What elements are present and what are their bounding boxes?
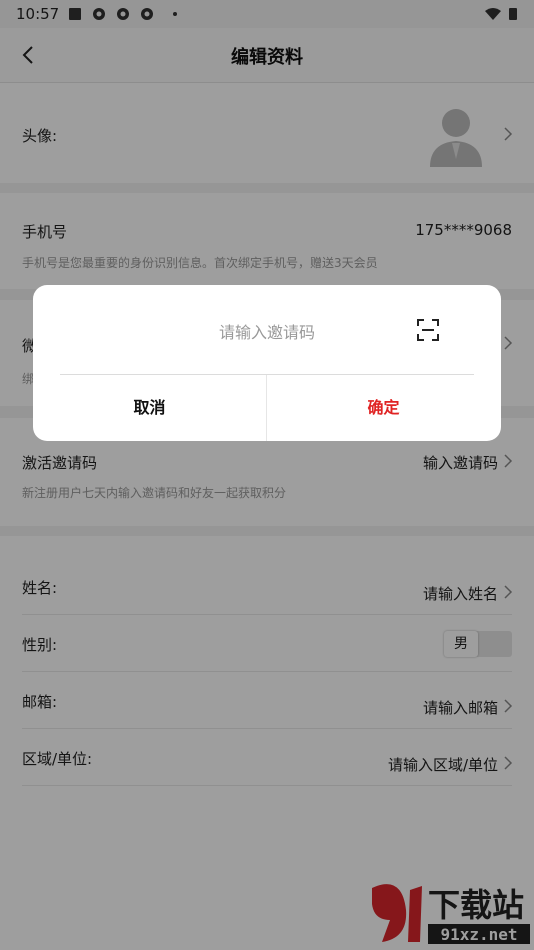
cancel-button[interactable]: 取消 xyxy=(33,375,266,441)
invite-code-dialog: 请输入邀请码 取消 确定 xyxy=(33,285,501,441)
confirm-button[interactable]: 确定 xyxy=(267,375,500,441)
modal-overlay[interactable] xyxy=(0,0,534,950)
scan-qr-icon[interactable] xyxy=(416,318,440,342)
